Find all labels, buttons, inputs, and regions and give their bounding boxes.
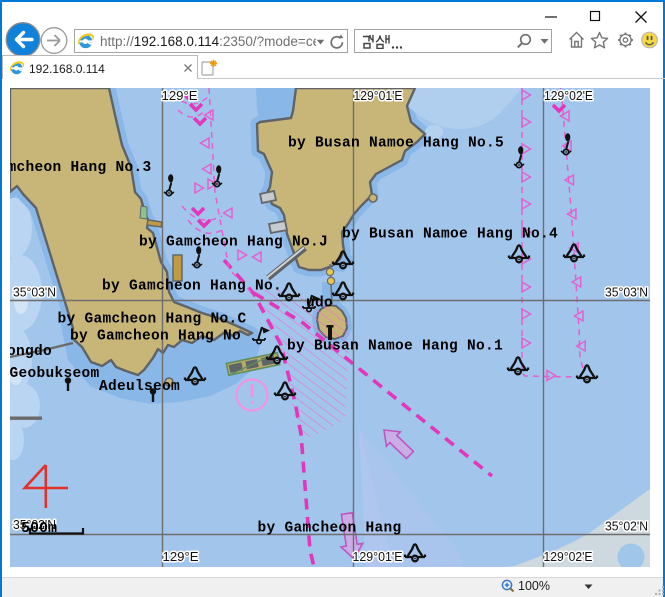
- svg-text:by Gamcheon Hang No.: by Gamcheon Hang No.: [102, 279, 282, 295]
- svg-text:129°E: 129°E: [163, 550, 199, 564]
- svg-text:Adeulseom: Adeulseom: [99, 379, 180, 395]
- svg-text:by Gamcheon Hang No.C: by Gamcheon Hang No.C: [58, 312, 247, 328]
- svg-text:35°03'N: 35°03'N: [13, 286, 56, 300]
- svg-text:by Busan Namoe Hang No.4: by Busan Namoe Hang No.4: [342, 227, 558, 243]
- svg-text:by Gamcheon Hang No: by Gamcheon Hang No: [70, 329, 241, 345]
- svg-text:129°01'E: 129°01'E: [354, 89, 403, 103]
- svg-text:35°02'N: 35°02'N: [605, 520, 648, 534]
- svg-text:by Busan Namoe Hang No.1: by Busan Namoe Hang No.1: [287, 339, 503, 355]
- svg-text:129°E: 129°E: [162, 89, 198, 103]
- svg-text:by Gamcheon Hang: by Gamcheon Hang: [258, 521, 402, 537]
- svg-text:129°01'E: 129°01'E: [353, 550, 403, 564]
- svg-text:by Gamcheon Hang No.J: by Gamcheon Hang No.J: [139, 235, 328, 251]
- svg-text:129°02'E: 129°02'E: [544, 550, 593, 564]
- svg-text:mcheon Hang No.3: mcheon Hang No.3: [10, 160, 152, 176]
- svg-text:by Busan Namoe Hang No.5: by Busan Namoe Hang No.5: [288, 136, 504, 152]
- svg-text:35°03'N: 35°03'N: [605, 286, 648, 300]
- svg-text:500m: 500m: [21, 520, 57, 537]
- svg-text:ongdo: ongdo: [10, 344, 52, 360]
- svg-text:Geobukseom: Geobukseom: [10, 366, 100, 382]
- svg-text:129°02'E: 129°02'E: [544, 89, 593, 103]
